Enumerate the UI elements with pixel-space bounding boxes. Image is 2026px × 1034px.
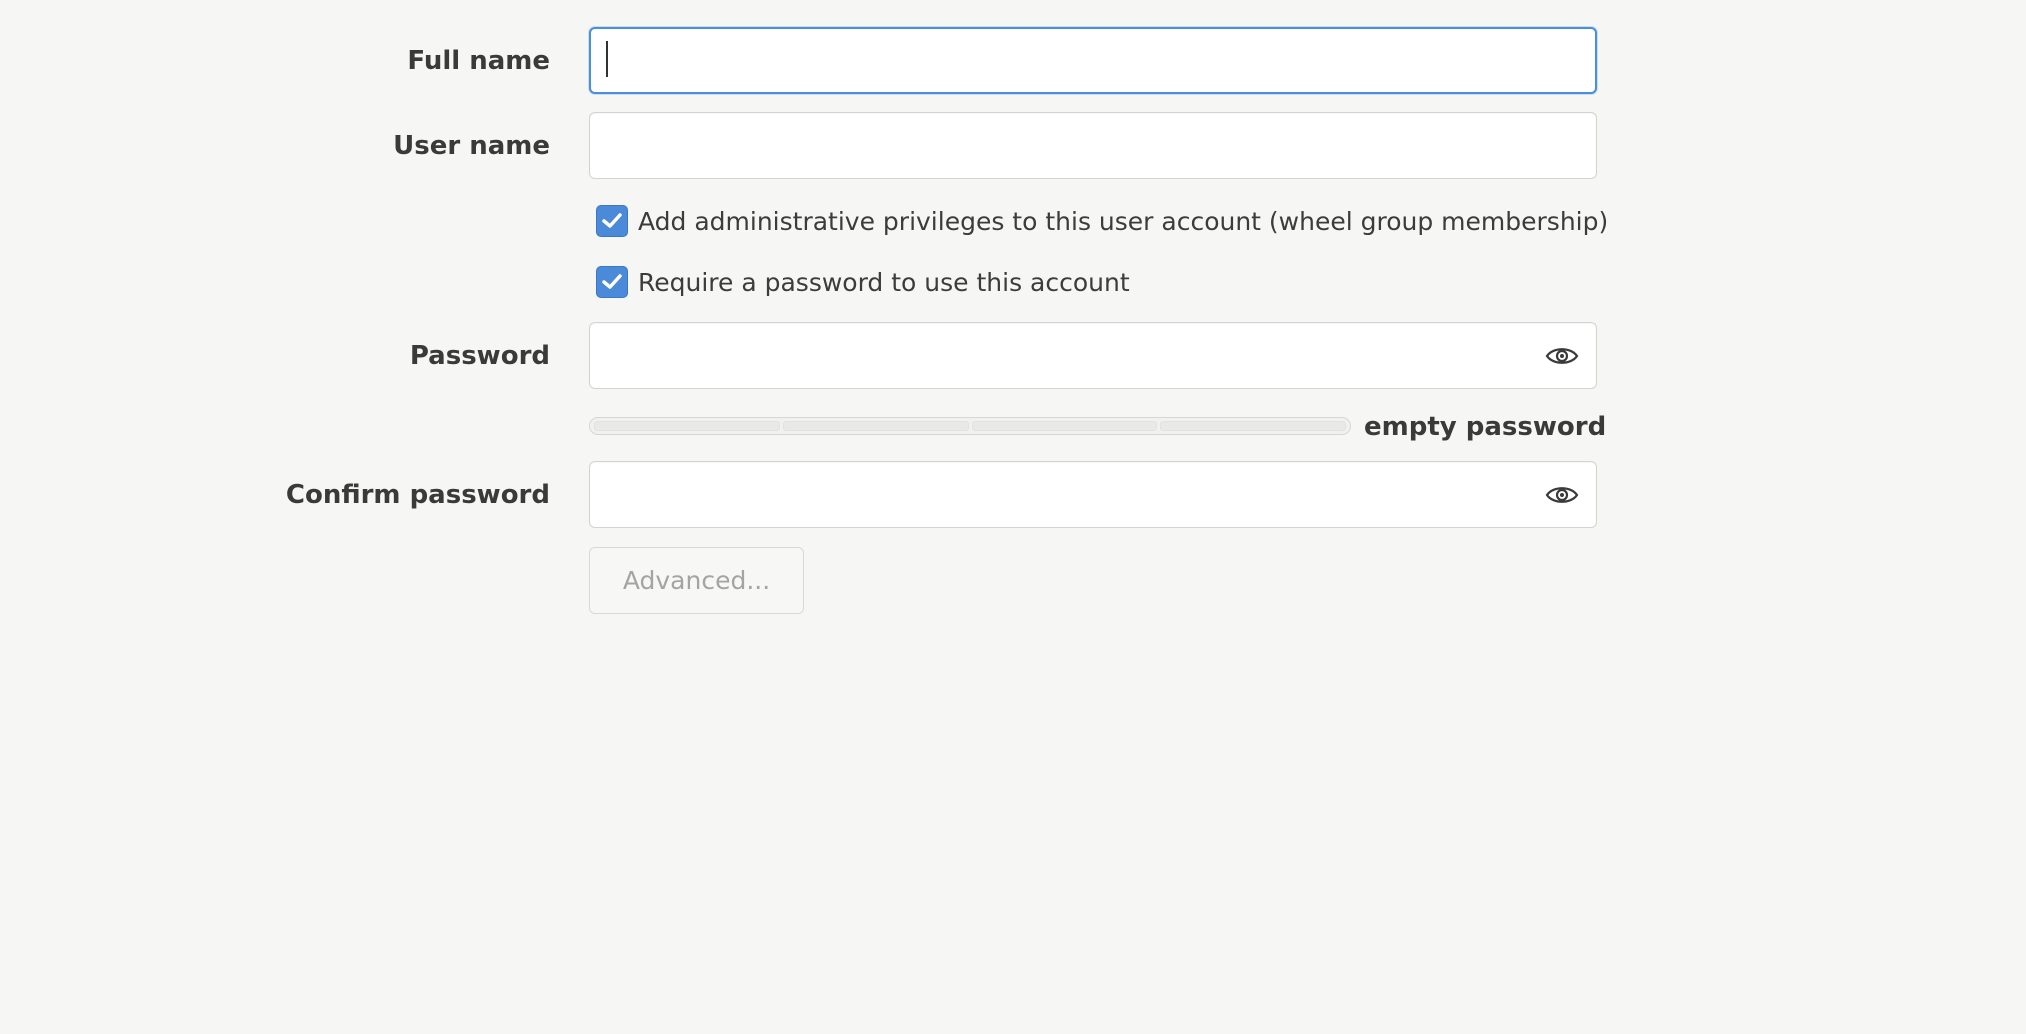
require-password-label: Require a password to use this account xyxy=(638,267,1130,297)
password-strength-text: empty password xyxy=(1364,412,1607,442)
confirm-password-label: Confirm password xyxy=(285,480,550,510)
require-password-checkbox[interactable] xyxy=(596,266,628,298)
user-creation-form: Full name User name Add administrative p… xyxy=(0,0,2026,1034)
strength-segment xyxy=(782,421,969,431)
confirm-password-input[interactable] xyxy=(589,461,1597,528)
user-name-label: User name xyxy=(393,131,550,161)
user-name-input[interactable] xyxy=(589,112,1597,179)
password-label: Password xyxy=(409,341,550,371)
advanced-button[interactable]: Advanced... xyxy=(589,547,804,614)
admin-privileges-label: Add administrative privileges to this us… xyxy=(638,206,1609,236)
full-name-label: Full name xyxy=(407,46,550,76)
password-strength-meter xyxy=(589,417,1351,435)
checkmark-icon xyxy=(602,213,622,228)
require-password-row[interactable]: Require a password to use this account xyxy=(596,265,1130,299)
checkmark-icon xyxy=(602,274,622,289)
full-name-input[interactable] xyxy=(589,27,1597,94)
eye-icon[interactable] xyxy=(1544,483,1580,507)
strength-segment xyxy=(971,421,1158,431)
strength-segment xyxy=(1160,421,1346,431)
strength-segment xyxy=(594,421,780,431)
admin-privileges-checkbox[interactable] xyxy=(596,205,628,237)
text-caret xyxy=(606,41,608,77)
admin-privileges-row[interactable]: Add administrative privileges to this us… xyxy=(596,204,1608,238)
eye-icon[interactable] xyxy=(1544,344,1580,368)
password-input[interactable] xyxy=(589,322,1597,389)
